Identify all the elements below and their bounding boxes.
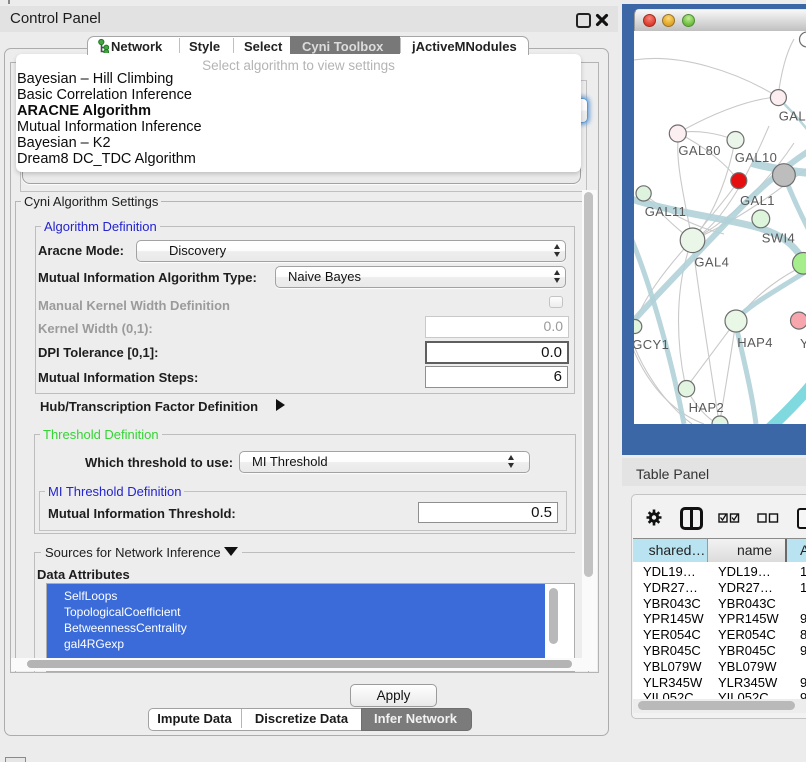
svg-text:HAP4: HAP4 xyxy=(737,335,773,350)
svg-text:GCY1: GCY1 xyxy=(634,337,669,352)
svg-text:GAL1: GAL1 xyxy=(740,193,775,208)
svg-text:GAL: GAL xyxy=(779,109,806,124)
svg-text:GAL4: GAL4 xyxy=(694,255,729,270)
svg-text:Y: Y xyxy=(800,336,806,351)
svg-text:GAL11: GAL11 xyxy=(645,204,687,219)
svg-text:GAL10: GAL10 xyxy=(735,150,777,165)
svg-text:GAL80: GAL80 xyxy=(678,143,720,158)
svg-text:SWI4: SWI4 xyxy=(762,231,795,246)
svg-text:HAP2: HAP2 xyxy=(689,400,725,415)
